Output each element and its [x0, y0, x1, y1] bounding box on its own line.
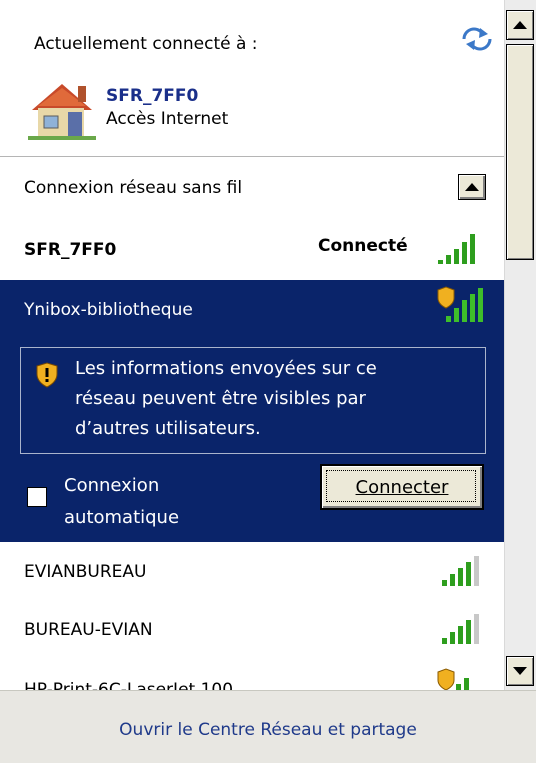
footer-bar: Ouvrir le Centre Réseau et partage: [0, 690, 536, 763]
header-network-status: Accès Internet: [106, 109, 229, 129]
warning-line-2: réseau peuvent être visibles par: [75, 388, 366, 409]
network-row-evianbureau[interactable]: EVIANBUREAU: [0, 546, 504, 602]
scroll-up-arrow-icon: [513, 21, 527, 29]
scroll-down-arrow-icon: [513, 667, 527, 675]
refresh-icon[interactable]: [460, 26, 494, 52]
wifi-flyout: Actuellement connecté à : SFR_7FF0 Accès…: [0, 0, 536, 763]
secured-signal-icon: [436, 286, 488, 326]
auto-connect-label-1: Connexion: [64, 475, 160, 496]
connect-button[interactable]: Connecter: [320, 464, 484, 510]
shield-icon: [35, 362, 59, 392]
connected-network-name: SFR_7FF0: [24, 240, 117, 260]
network-name: HP-Print-6C-LaserJet 100: [24, 680, 234, 690]
secured-signal-icon: [436, 668, 488, 690]
signal-icon: [436, 552, 486, 588]
section-title: Connexion réseau sans fil: [24, 178, 243, 198]
network-row-bureau-evian[interactable]: BUREAU-EVIAN: [0, 604, 504, 660]
signal-icon: [436, 230, 486, 266]
selected-network-name: Ynibox-bibliotheque: [24, 300, 193, 320]
network-name: BUREAU-EVIAN: [24, 620, 153, 640]
network-row-partial[interactable]: HP-Print-6C-LaserJet 100: [0, 662, 504, 690]
network-center-link[interactable]: Ouvrir le Centre Réseau et partage: [0, 720, 536, 740]
auto-connect-label-2: automatique: [64, 507, 180, 528]
network-row-connected[interactable]: SFR_7FF0 Connecté: [0, 222, 504, 278]
scroll-down-button[interactable]: [506, 656, 534, 686]
warning-line-3: d’autres utilisateurs.: [75, 418, 261, 439]
signal-icon: [436, 610, 486, 646]
current-connection-label: Actuellement connecté à :: [34, 34, 258, 54]
collapse-button[interactable]: [458, 174, 486, 200]
header-separator: [0, 156, 504, 157]
collapse-arrow-icon: [465, 183, 479, 191]
scroll-up-button[interactable]: [506, 10, 534, 40]
connected-status: Connecté: [318, 236, 408, 256]
warning-line-1: Les informations envoyées sur ce: [75, 358, 377, 379]
home-network-icon: [24, 76, 100, 142]
header-network-name: SFR_7FF0: [106, 86, 199, 106]
scrollbar-thumb[interactable]: [506, 44, 534, 260]
network-name: EVIANBUREAU: [24, 562, 147, 582]
focus-ring: [326, 470, 476, 502]
auto-connect-checkbox[interactable]: [27, 487, 47, 507]
security-warning-box: Les informations envoyées sur ce réseau …: [20, 347, 486, 454]
